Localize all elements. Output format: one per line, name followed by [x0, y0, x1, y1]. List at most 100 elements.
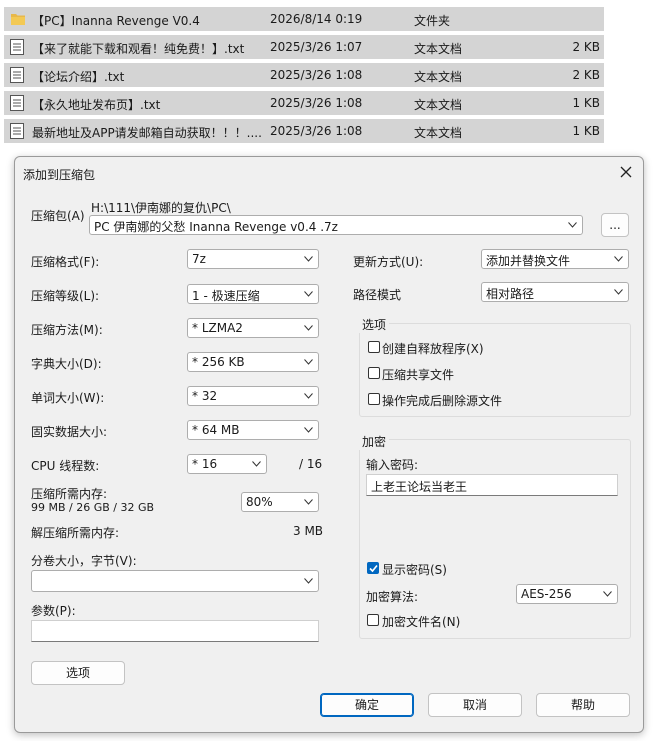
archive-path: H:\111\伊南娜的复仇\PC\ [91, 201, 231, 215]
file-name: 【PC】Inanna Revenge V0.4 [32, 14, 200, 28]
delete-after-label: 操作完成后删除源文件 [382, 394, 503, 408]
encryption-method-label: 加密算法: [366, 590, 419, 604]
path-mode-label: 路径模式 [353, 288, 402, 302]
method-value: * LZMA2 [192, 321, 243, 335]
format-combo[interactable]: 7z [187, 249, 319, 269]
file-type: 文本文档 [414, 42, 463, 56]
chevron-down-icon [304, 427, 313, 433]
dictionary-combo[interactable]: * 256 KB [187, 352, 319, 372]
archive-label: 压缩包(A) [31, 209, 85, 223]
parameters-input[interactable] [31, 620, 319, 642]
solid-size-label: 固实数据大小: [31, 425, 108, 439]
dictionary-value: * 256 KB [192, 355, 245, 369]
file-row[interactable]: 最新地址及APP请发邮箱自动获取！！！.... 2025/3/26 1:08 文… [4, 119, 604, 143]
archive-name-combo[interactable]: PC 伊南娜的父愁 Inanna Revenge v0.4 .7z [89, 215, 583, 235]
ok-button[interactable]: 确定 [320, 693, 414, 717]
text-file-icon [10, 95, 24, 111]
cpu-threads-label: CPU 线程数: [31, 459, 100, 473]
archive-name-value: PC 伊南娜的父愁 Inanna Revenge v0.4 .7z [94, 220, 338, 234]
memory-percent-combo[interactable]: 80% [241, 492, 319, 512]
chevron-down-icon [252, 461, 261, 467]
cpu-threads-combo[interactable]: * 16 [187, 454, 267, 474]
options-button[interactable]: 选项 [31, 661, 125, 685]
encrypt-names-checkbox[interactable] [367, 614, 379, 626]
chevron-down-icon [304, 393, 313, 399]
solid-size-combo[interactable]: * 64 MB [187, 420, 319, 440]
chevron-down-icon [304, 291, 313, 297]
file-size: 2 KB [572, 40, 600, 54]
file-date: 2026/8/14 0:19 [270, 12, 363, 26]
shared-files-checkbox[interactable] [368, 367, 380, 379]
encryption-method-value: AES-256 [521, 587, 572, 601]
file-name: 【来了就能下载和观看！纯免费！】.txt [32, 42, 245, 56]
file-row[interactable]: 【论坛介绍】.txt 2025/3/26 1:08 文本文档 2 KB [4, 63, 604, 87]
method-combo[interactable]: * LZMA2 [187, 318, 319, 338]
solid-size-value: * 64 MB [192, 423, 240, 437]
checkmark-icon [369, 564, 378, 573]
chevron-down-icon [304, 256, 313, 262]
format-value: 7z [192, 252, 206, 266]
password-input[interactable]: 上老王论坛当老王 [366, 474, 618, 496]
show-password-checkbox[interactable] [367, 562, 379, 574]
add-to-archive-dialog: 添加到压缩包 压缩包(A) H:\111\伊南娜的复仇\PC\ PC 伊南娜的父… [14, 156, 644, 733]
method-label: 压缩方法(M): [31, 323, 103, 337]
level-label: 压缩等级(L): [31, 289, 100, 303]
browse-button[interactable]: ... [601, 213, 629, 237]
chevron-down-icon [304, 325, 313, 331]
memory-detail: 99 MB / 26 GB / 32 GB [31, 501, 155, 514]
path-mode-combo[interactable]: 相对路径 [481, 282, 629, 302]
update-mode-value: 添加并替换文件 [486, 254, 571, 268]
text-file-icon [10, 39, 24, 55]
word-size-value: * 32 [192, 389, 218, 403]
show-password-label: 显示密码(S) [382, 563, 447, 577]
sfx-checkbox[interactable] [368, 341, 380, 353]
file-name: 最新地址及APP请发邮箱自动获取！！！.... [32, 126, 262, 140]
level-combo[interactable]: 1 - 极速压缩 [187, 284, 319, 304]
decompress-memory-label: 解压缩所需内存: [31, 526, 120, 540]
cancel-button[interactable]: 取消 [428, 693, 522, 717]
encrypt-names-label: 加密文件名(N) [382, 615, 461, 629]
dialog-title: 添加到压缩包 [23, 168, 96, 182]
close-icon[interactable] [617, 163, 635, 181]
encryption-group-title: 加密 [359, 433, 390, 450]
file-list: 【PC】Inanna Revenge V0.4 2026/8/14 0:19 文… [0, 0, 660, 150]
encryption-method-combo[interactable]: AES-256 [516, 584, 618, 604]
file-name: 【论坛介绍】.txt [32, 70, 125, 84]
file-row[interactable]: 【来了就能下载和观看！纯免费！】.txt 2025/3/26 1:07 文本文档… [4, 35, 604, 59]
level-value: 1 - 极速压缩 [192, 289, 260, 303]
path-mode-value: 相对路径 [486, 287, 535, 301]
word-size-combo[interactable]: * 32 [187, 386, 319, 406]
word-size-label: 单词大小(W): [31, 391, 105, 405]
file-date: 2025/3/26 1:08 [270, 124, 363, 138]
chevron-down-icon [614, 256, 623, 262]
text-file-icon [10, 67, 24, 83]
chevron-down-icon [304, 359, 313, 365]
file-size: 1 KB [572, 124, 600, 138]
file-size: 1 KB [572, 96, 600, 110]
help-button[interactable]: 帮助 [536, 693, 630, 717]
file-type: 文本文档 [414, 70, 463, 84]
file-date: 2025/3/26 1:08 [270, 68, 363, 82]
file-row[interactable]: 【PC】Inanna Revenge V0.4 2026/8/14 0:19 文… [4, 7, 604, 31]
file-type: 文件夹 [414, 14, 451, 28]
split-size-combo[interactable] [31, 570, 319, 592]
chevron-down-icon [614, 289, 623, 295]
options-group-title: 选项 [359, 316, 390, 333]
file-row[interactable]: 【永久地址发布页】.txt 2025/3/26 1:08 文本文档 1 KB [4, 91, 604, 115]
dictionary-label: 字典大小(D): [31, 357, 102, 371]
file-date: 2025/3/26 1:07 [270, 40, 363, 54]
text-file-icon [10, 123, 24, 139]
cpu-threads-total: / 16 [299, 457, 323, 471]
folder-icon [10, 11, 25, 27]
file-type: 文本文档 [414, 98, 463, 112]
update-mode-combo[interactable]: 添加并替换文件 [481, 249, 629, 269]
chevron-down-icon [304, 499, 313, 505]
password-label: 输入密码: [366, 458, 419, 472]
delete-after-checkbox[interactable] [368, 393, 380, 405]
sfx-label: 创建自释放程序(X) [382, 342, 484, 356]
chevron-down-icon [304, 578, 313, 584]
format-label: 压缩格式(F): [31, 255, 100, 269]
chevron-down-icon [603, 591, 612, 597]
memory-label: 压缩所需内存: [31, 487, 108, 501]
chevron-down-icon [568, 222, 577, 228]
